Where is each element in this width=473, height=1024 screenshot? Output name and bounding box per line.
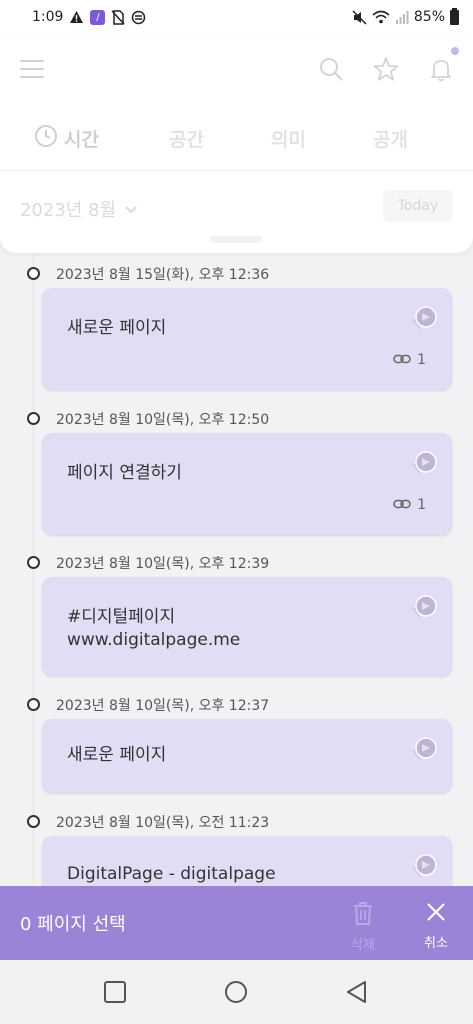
entry-date: 2023년 8월 10일(목), 오후 12:37 (56, 698, 270, 714)
timeline-line (33, 253, 34, 893)
no-sim-icon (111, 9, 126, 25)
bell-icon[interactable] (428, 56, 454, 82)
header-divider (0, 170, 473, 171)
battery-percent: 85% (413, 9, 445, 25)
menu-icon[interactable] (20, 60, 44, 78)
pin-icon[interactable] (408, 737, 438, 765)
recents-button-icon[interactable] (102, 979, 128, 1005)
tab-time-label: 시간 (64, 128, 99, 151)
selection-bar: 0 페이지 선택 삭제 취소 (0, 886, 473, 960)
link-icon (393, 497, 411, 513)
today-button[interactable]: Today (383, 190, 453, 222)
warning-icon (69, 10, 84, 24)
mute-icon (352, 9, 367, 25)
cancel-button[interactable]: 취소 (418, 900, 454, 951)
page-url: www.digitalpage.me (67, 630, 241, 650)
app-notification-icon: / (90, 9, 106, 25)
system-nav-bar (0, 960, 473, 1024)
page-card[interactable]: 페이지 연결하기 1 (42, 433, 452, 535)
page-card[interactable]: #디지털페이지 www.digitalpage.me (42, 577, 452, 676)
battery-icon (450, 7, 459, 25)
back-button-icon[interactable] (344, 979, 370, 1005)
timeline-dot (27, 556, 40, 569)
timeline-dot (27, 815, 40, 828)
status-left: 1:09 / (32, 9, 146, 25)
pin-icon[interactable] (408, 451, 438, 479)
trash-icon (351, 902, 375, 930)
link-count-value: 1 (417, 497, 426, 513)
tab-meaning[interactable]: 의미 (271, 125, 306, 152)
view-tabs: 시간 공간 의미 공개 (0, 114, 473, 162)
wifi-icon (372, 10, 390, 24)
page-card[interactable]: 새로운 페이지 1 (42, 288, 452, 390)
search-icon[interactable] (318, 56, 344, 82)
link-count: 1 (393, 352, 426, 368)
sync-icon (131, 10, 146, 25)
page-title: 새로운 페이지 (67, 745, 167, 765)
link-icon (393, 352, 411, 368)
chevron-down-icon (124, 199, 138, 220)
tab-public[interactable]: 공개 (373, 125, 408, 152)
link-count-value: 1 (417, 352, 426, 368)
entry-date: 2023년 8월 10일(목), 오후 12:50 (56, 412, 270, 428)
month-selector[interactable]: 2023년 8월 (20, 196, 138, 222)
drag-handle[interactable] (210, 236, 262, 243)
status-time: 1:09 (32, 9, 64, 25)
home-button-icon[interactable] (223, 979, 249, 1005)
header-card: 시간 공간 의미 공개 2023년 8월 Today (0, 34, 473, 253)
timeline-dot (27, 412, 40, 425)
tab-space[interactable]: 공간 (169, 125, 204, 152)
entry-date: 2023년 8월 10일(목), 오전 11:23 (56, 815, 270, 831)
month-label: 2023년 8월 (20, 200, 117, 221)
timeline-dot (27, 698, 40, 711)
pin-icon[interactable] (408, 595, 438, 623)
entry-date: 2023년 8월 10일(목), 오후 12:39 (56, 556, 270, 572)
top-app-bar (0, 34, 473, 106)
link-count: 1 (393, 497, 426, 513)
selection-count: 0 페이지 선택 (20, 914, 126, 935)
star-icon[interactable] (373, 56, 399, 82)
page-title: 새로운 페이지 (67, 318, 167, 338)
entry-date: 2023년 8월 15일(화), 오후 12:36 (56, 267, 270, 283)
delete-label: 삭제 (351, 938, 375, 953)
status-bar: 1:09 / 85% (0, 0, 473, 34)
pin-icon[interactable] (408, 854, 438, 882)
clock-icon (34, 124, 58, 153)
page-title: DigitalPage - digitalpage (67, 864, 276, 884)
timeline-dot (27, 267, 40, 280)
month-row: 2023년 8월 Today (0, 184, 473, 230)
page-title: #디지털페이지 (67, 607, 176, 627)
status-right: 85% (352, 7, 459, 25)
delete-button[interactable]: 삭제 (344, 900, 382, 953)
page-card[interactable]: 새로운 페이지 (42, 719, 452, 793)
tab-time[interactable]: 시간 (34, 124, 99, 153)
close-icon (424, 903, 448, 928)
pin-icon[interactable] (408, 306, 438, 334)
cancel-label: 취소 (424, 936, 448, 951)
page-title: 페이지 연결하기 (67, 463, 182, 483)
notification-badge-icon (451, 47, 459, 55)
signal-icon (395, 10, 409, 24)
